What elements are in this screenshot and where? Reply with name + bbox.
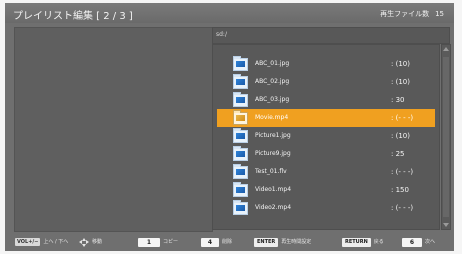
file-count: 再生ファイル数 15 bbox=[380, 9, 444, 19]
hint-copy: 1 コピー bbox=[138, 238, 178, 248]
file-name: Movie.mp4 bbox=[255, 114, 289, 121]
copy-hint-label: コピー bbox=[163, 239, 179, 245]
header-bar: プレイリスト編集 [ 2 / 3 ] 再生ファイル数 15 bbox=[5, 3, 454, 23]
enter-hint-label: 再生時間設定 bbox=[281, 239, 312, 245]
image-file-icon bbox=[233, 92, 248, 107]
file-row-abc-03[interactable]: ABC_03.jpg : 30 bbox=[217, 91, 435, 109]
file-row-test-01[interactable]: Test_01.flv : (- - -) bbox=[217, 163, 435, 181]
file-list: ABC_01.jpg : (10) ABC_02.jpg : (10) ABC_… bbox=[212, 44, 440, 230]
move-hint-label: 移動 bbox=[92, 239, 103, 245]
hint-next: 6 次へ bbox=[402, 238, 435, 248]
hint-vol: VOL+/− 上へ / 下へ bbox=[15, 238, 68, 248]
scroll-down-arrow-icon[interactable] bbox=[443, 223, 449, 227]
video-file-icon bbox=[233, 164, 248, 179]
hint-enter: ENTER 再生時間設定 bbox=[254, 238, 311, 248]
file-row-video2[interactable]: Video2.mp4 : (- - -) bbox=[217, 199, 435, 217]
file-count-label: 再生ファイル数 bbox=[380, 10, 430, 18]
file-duration: : (10) bbox=[391, 60, 410, 68]
file-row-abc-01[interactable]: ABC_01.jpg : (10) bbox=[217, 55, 435, 73]
file-row-picture9[interactable]: Picture9.jpg : 25 bbox=[217, 145, 435, 163]
next-hint-label: 次へ bbox=[425, 239, 436, 245]
delete-hint-label: 削除 bbox=[222, 239, 233, 245]
file-name: Video1.mp4 bbox=[255, 186, 292, 193]
path-bar: sd:/ bbox=[212, 27, 450, 44]
file-row-movie[interactable]: Movie.mp4 : (- - -) bbox=[217, 109, 435, 127]
scroll-thumb[interactable] bbox=[443, 57, 449, 217]
video-file-icon bbox=[233, 182, 248, 197]
hint-delete: 4 削除 bbox=[201, 238, 232, 248]
enter-key: ENTER bbox=[254, 238, 279, 247]
playlist-panel[interactable] bbox=[14, 27, 213, 232]
file-duration: : (- - -) bbox=[391, 204, 414, 212]
current-path: sd:/ bbox=[216, 31, 227, 38]
image-file-icon bbox=[233, 146, 248, 161]
file-name: ABC_02.jpg bbox=[255, 78, 290, 85]
file-name: Test_01.flv bbox=[255, 168, 287, 175]
return-hint-label: 戻る bbox=[373, 239, 384, 245]
vol-key: VOL+/− bbox=[15, 238, 41, 246]
scroll-up-arrow-icon[interactable] bbox=[443, 47, 449, 51]
file-name: Video2.mp4 bbox=[255, 204, 292, 211]
file-duration: : (10) bbox=[391, 78, 410, 86]
hint-move: 移動 bbox=[79, 238, 102, 248]
file-row-picture1[interactable]: Picture1.jpg : (10) bbox=[217, 127, 435, 145]
file-name: ABC_01.jpg bbox=[255, 60, 290, 67]
file-duration: : (- - -) bbox=[391, 168, 414, 176]
vol-hint-label: 上へ / 下へ bbox=[43, 239, 69, 245]
page-title: プレイリスト編集 [ 2 / 3 ] bbox=[13, 11, 133, 22]
file-row-abc-02[interactable]: ABC_02.jpg : (10) bbox=[217, 73, 435, 91]
file-name: ABC_03.jpg bbox=[255, 96, 290, 103]
file-duration: : 25 bbox=[391, 150, 405, 158]
dpad-icon bbox=[79, 238, 89, 247]
playlist-edit-screen: プレイリスト編集 [ 2 / 3 ] 再生ファイル数 15 sd:/ ABC_01… bbox=[5, 3, 454, 251]
file-duration: : (10) bbox=[391, 132, 410, 140]
file-name: Picture9.jpg bbox=[255, 150, 291, 157]
image-file-icon bbox=[233, 128, 248, 143]
return-key: RETURN bbox=[342, 238, 371, 247]
next-key: 6 bbox=[402, 238, 422, 247]
video-file-icon bbox=[233, 200, 248, 215]
hint-return: RETURN 戻る bbox=[342, 238, 384, 248]
image-file-icon bbox=[233, 56, 248, 71]
file-count-value: 15 bbox=[435, 10, 444, 18]
file-name: Picture1.jpg bbox=[255, 132, 291, 139]
file-browser-panel: sd:/ ABC_01.jpg : (10) ABC_02.jpg : (10)… bbox=[212, 27, 451, 230]
image-file-icon bbox=[233, 74, 248, 89]
video-file-icon bbox=[233, 110, 248, 125]
key-guide-footer: VOL+/− 上へ / 下へ 移動 1 コピー 4 削除 ENTER 再生時間設定 RE… bbox=[5, 235, 454, 251]
file-list-scrollbar[interactable] bbox=[441, 44, 451, 230]
file-duration: : (- - -) bbox=[391, 114, 414, 122]
file-duration: : 30 bbox=[391, 96, 405, 104]
file-duration: : 150 bbox=[391, 186, 409, 194]
copy-key: 1 bbox=[138, 238, 160, 247]
delete-key: 4 bbox=[201, 238, 219, 247]
file-row-video1[interactable]: Video1.mp4 : 150 bbox=[217, 181, 435, 199]
